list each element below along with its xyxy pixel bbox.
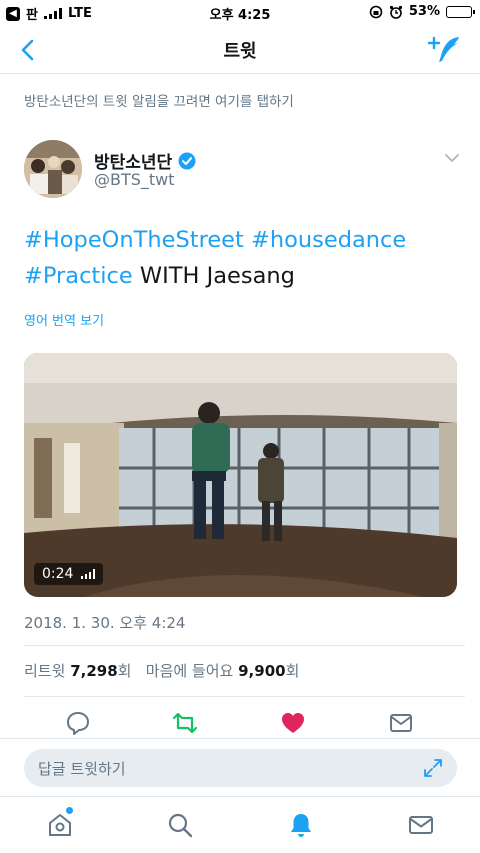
home-icon[interactable] bbox=[46, 811, 74, 839]
compose-tweet-icon[interactable] bbox=[428, 34, 462, 64]
tweet-author: 방탄소년단 @BTS_twt bbox=[24, 140, 464, 200]
chevron-down-icon[interactable] bbox=[444, 152, 460, 164]
video-thumbnail bbox=[24, 353, 457, 597]
volume-icon[interactable] bbox=[81, 569, 96, 579]
rotation-lock-icon bbox=[369, 5, 383, 18]
nav-bar: 트윗 bbox=[0, 24, 480, 74]
retweet-icon[interactable] bbox=[172, 710, 198, 736]
expand-icon[interactable] bbox=[423, 758, 443, 778]
tab-bar bbox=[0, 796, 480, 853]
likes-label: 마음에 들어요 bbox=[145, 662, 234, 680]
like-heart-icon[interactable] bbox=[280, 710, 306, 736]
battery-label: 53% bbox=[408, 4, 440, 19]
retweets-stat[interactable]: 리트윗 7,298회 bbox=[24, 662, 131, 680]
hashtag-link[interactable]: #Practice bbox=[24, 263, 133, 289]
notifications-bell-icon[interactable] bbox=[287, 811, 315, 839]
hashtag-link[interactable]: #housedance bbox=[251, 227, 406, 253]
tweet-text-rest: WITH Jaesang bbox=[132, 263, 295, 289]
verified-badge-icon bbox=[178, 152, 196, 169]
status-right: 53% bbox=[369, 4, 475, 19]
reply-placeholder: 답글 트윗하기 bbox=[38, 760, 126, 778]
avatar[interactable] bbox=[24, 140, 82, 198]
tweet-actions bbox=[24, 708, 465, 738]
likes-count: 9,900 bbox=[238, 662, 286, 680]
retweets-count: 7,298 bbox=[70, 662, 118, 680]
page-title: 트윗 bbox=[223, 41, 257, 62]
alarm-icon bbox=[389, 5, 402, 19]
retweets-suffix: 회 bbox=[117, 662, 132, 680]
video-duration: 0:24 bbox=[42, 566, 74, 582]
retweets-label: 리트윗 bbox=[24, 662, 66, 680]
reply-input[interactable]: 답글 트윗하기 bbox=[24, 749, 457, 787]
tweet-timestamp: 2018. 1. 30. 오후 4:24 bbox=[24, 614, 186, 632]
direct-message-icon[interactable] bbox=[388, 710, 414, 736]
messages-icon[interactable] bbox=[407, 811, 435, 839]
translate-link[interactable]: 영어 번역 보기 bbox=[24, 310, 104, 329]
search-icon[interactable] bbox=[166, 811, 194, 839]
reply-icon[interactable] bbox=[65, 710, 91, 736]
avatar-image bbox=[24, 140, 82, 198]
home-notification-dot bbox=[66, 807, 73, 814]
status-bar: ◀ 판 LTE 오후 4:25 53% bbox=[0, 0, 480, 24]
likes-stat[interactable]: 마음에 들어요 9,900회 bbox=[146, 662, 300, 680]
video-player[interactable]: 0:24 bbox=[24, 353, 457, 597]
divider bbox=[24, 696, 465, 697]
divider bbox=[24, 645, 465, 646]
hashtag-link[interactable]: #HopeOnTheStreet bbox=[24, 227, 244, 253]
notification-prompt[interactable]: 방탄소년단의 트윗 알림을 끄려면 여기를 탭하기 bbox=[24, 90, 294, 110]
battery-icon bbox=[446, 5, 475, 18]
reply-bar: 답글 트윗하기 bbox=[0, 738, 480, 796]
tweet-stats: 리트윗 7,298회 마음에 들어요 9,900회 bbox=[24, 660, 299, 681]
author-handle[interactable]: @BTS_twt bbox=[94, 170, 175, 189]
video-duration-badge: 0:24 bbox=[34, 563, 104, 585]
likes-suffix: 회 bbox=[285, 662, 300, 680]
tweet-text: #HopeOnTheStreet #housedance #Practice W… bbox=[24, 222, 464, 294]
